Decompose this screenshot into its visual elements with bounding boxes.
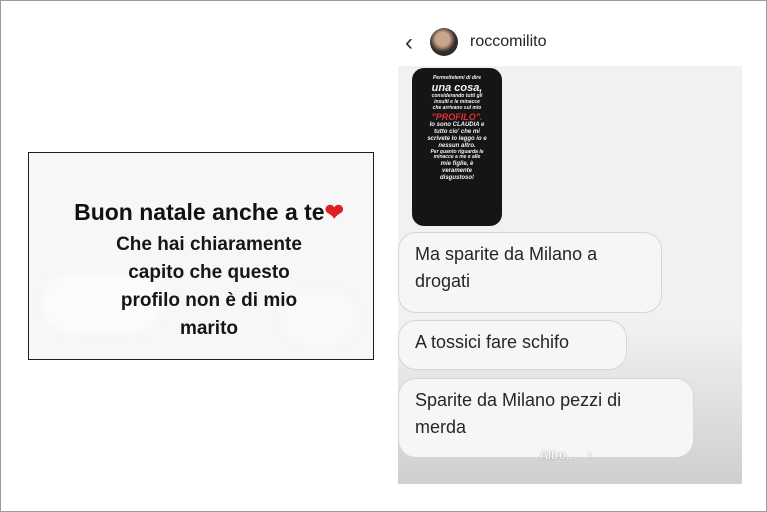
more-link[interactable]: Altro... ›: [540, 448, 592, 462]
story-text-line: "PROFILO".: [431, 111, 483, 122]
story-text-line: tutto cio' che mi: [434, 128, 480, 135]
chevron-right-icon: ›: [580, 448, 593, 462]
dm-thread: ‹ roccomilito Permettetemi di dire una co…: [398, 24, 742, 484]
dm-header: ‹ roccomilito: [398, 24, 742, 66]
username[interactable]: roccomilito: [470, 33, 546, 51]
reply-line: marito: [179, 318, 239, 339]
greeting-text: Buon natale anche a te: [74, 199, 325, 225]
chevron-left-icon[interactable]: ‹: [400, 30, 418, 56]
message-bubble[interactable]: Ma sparite da Milano a drogati: [398, 232, 662, 313]
story-text-line: Io sono CLAUDIA e: [429, 121, 485, 128]
shared-story-thumbnail[interactable]: Permettetemi di dire una cosa, considerand…: [412, 68, 502, 226]
reply-line: Che hai chiaramente: [116, 234, 302, 255]
message-bubble[interactable]: Sparite da Milano pezzi di merda: [398, 378, 694, 458]
more-label: Altro...: [540, 448, 578, 462]
story-text-line: scrivete lo leggo io e: [427, 135, 487, 142]
story-text-line: disgustoso!: [440, 174, 474, 181]
story-text-line: veramente: [441, 167, 473, 174]
greeting-line: Buon natale anche a te❤: [49, 199, 369, 226]
avatar[interactable]: [430, 28, 458, 56]
story-text-line: mie figlie, è: [440, 161, 474, 168]
reply-text: Che hai chiaramente capito che questo pr…: [89, 231, 329, 343]
reply-line: profilo non è di mio: [120, 290, 298, 311]
message-bubble[interactable]: A tossici fare schifo: [398, 320, 627, 370]
story-reply-card: Buon natale anche a te❤ Che hai chiarame…: [28, 152, 374, 360]
heart-icon: ❤: [324, 199, 344, 225]
reply-line: capito che questo: [128, 262, 290, 283]
